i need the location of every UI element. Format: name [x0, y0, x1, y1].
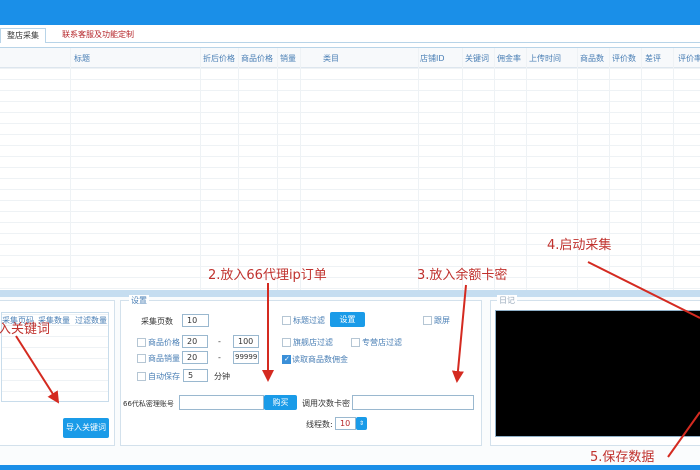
import-keywords-button[interactable]: 导入关键词 [63, 418, 109, 438]
range-dash: - [218, 353, 221, 362]
title-bar [0, 0, 700, 25]
flagship-filter-checkbox[interactable] [282, 338, 291, 347]
log-panel: 日记 [490, 295, 700, 446]
splitter[interactable] [0, 290, 700, 297]
autosave-unit: 分钟 [214, 372, 230, 381]
range-dash: - [218, 337, 221, 346]
grid-line [577, 48, 578, 291]
grid-line [526, 48, 527, 291]
grid-line [641, 48, 642, 291]
col-price[interactable]: 商品价格 [241, 53, 273, 64]
specialty-filter-checkbox[interactable] [351, 338, 360, 347]
settings-legend: 设置 [129, 295, 149, 306]
autosave-input[interactable]: 5 [183, 369, 208, 382]
col-review-count[interactable]: 评价数 [612, 53, 636, 64]
threads-label: 线程数: [306, 420, 333, 429]
autosave-checkbox[interactable] [137, 372, 146, 381]
grid-line [300, 48, 301, 291]
grid-line [70, 48, 71, 291]
card-input[interactable] [352, 395, 474, 410]
sales-max-input[interactable]: 99999 [233, 351, 259, 364]
grid-line [462, 48, 463, 291]
grid-line [673, 48, 674, 291]
proxy-input[interactable] [179, 395, 264, 410]
read-commission-label: 读取商品数佣金 [292, 355, 348, 364]
autosave-label: 自动保存 [148, 372, 180, 381]
price-checkbox[interactable] [137, 338, 146, 347]
grid-line [418, 48, 419, 291]
annotation-step3: 3.放入余额卡密 [417, 268, 508, 283]
log-output [495, 310, 700, 437]
col-filter-count: 过滤数量 [75, 316, 107, 325]
col-bad-review[interactable]: 差评 [645, 53, 661, 64]
card-label: 调用次数卡密 [302, 399, 350, 408]
status-bar [0, 465, 700, 470]
price-min-input[interactable]: 20 [182, 335, 208, 348]
pages-label: 采集页数 [141, 317, 173, 326]
col-review-rate[interactable]: 评价率 [678, 53, 700, 64]
col-item-count[interactable]: 商品数 [580, 53, 604, 64]
grid-line [609, 48, 610, 291]
grid-line [238, 48, 239, 291]
col-upload-time[interactable]: 上传时间 [529, 53, 561, 64]
col-title[interactable]: 标题 [74, 53, 90, 64]
col-category[interactable]: 类目 [323, 53, 339, 64]
price-max-input[interactable]: 100 [233, 335, 259, 348]
grid-line [200, 48, 201, 291]
grid-line [494, 48, 495, 291]
title-filter-set-button[interactable]: 设置 [330, 312, 365, 327]
log-legend: 日记 [497, 295, 517, 306]
results-table: 标题 折后价格 商品价格 销量 类目 店铺ID 关键词 佣金率 上传时间 商品数… [0, 47, 700, 291]
annotation-step5: 5.保存数据 [590, 450, 655, 465]
annotation-step2: 2.放入66代理ip订单 [208, 268, 327, 283]
sales-checkbox[interactable] [137, 354, 146, 363]
tab-shop-collect[interactable]: 整店采集 [0, 28, 46, 43]
sales-min-input[interactable]: 20 [182, 351, 208, 364]
grid-line [277, 48, 278, 291]
read-commission-checkbox[interactable] [282, 355, 291, 364]
table-header: 标题 折后价格 商品价格 销量 类目 店铺ID 关键词 佣金率 上传时间 商品数… [0, 48, 700, 68]
proxy-label: 66代私密理账号 [123, 400, 174, 408]
settings-panel: 设置 采集页数 10 商品价格 20 - 100 商品销量 20 - 99999… [120, 295, 482, 446]
pages-input[interactable]: 10 [182, 314, 209, 327]
control-area: 采集页码 采集数量 过滤数量 导入关键词 设置 采集页数 10 商品价格 20 … [0, 295, 700, 465]
price-label: 商品价格 [148, 338, 180, 347]
threads-spinner[interactable]: ⇕ [356, 417, 367, 430]
col-keyword[interactable]: 关键词 [465, 53, 489, 64]
col-sales[interactable]: 销量 [280, 53, 296, 64]
threads-input[interactable]: 10 [335, 417, 356, 430]
title-filter-checkbox[interactable] [282, 316, 291, 325]
annotation-step1: 入关键词 [0, 322, 51, 337]
sales-label: 商品销量 [148, 354, 180, 363]
tab-contact-support[interactable]: 联系客服及功能定制 [62, 28, 134, 43]
flagship-filter-label: 旗舰店过滤 [293, 338, 333, 347]
col-commission[interactable]: 佣金率 [497, 53, 521, 64]
follow-screen-checkbox[interactable] [423, 316, 432, 325]
buy-button[interactable]: 购买 [264, 395, 297, 410]
tab-bar: 整店采集 联系客服及功能定制 [0, 25, 700, 43]
col-discount-price[interactable]: 折后价格 [203, 53, 235, 64]
title-filter-label: 标题过滤 [293, 316, 325, 325]
specialty-filter-label: 专营店过滤 [362, 338, 402, 347]
follow-screen-label: 跟屏 [434, 316, 450, 325]
annotation-step4: 4.启动采集 [547, 238, 612, 253]
col-shop-id[interactable]: 店铺ID [420, 53, 445, 64]
